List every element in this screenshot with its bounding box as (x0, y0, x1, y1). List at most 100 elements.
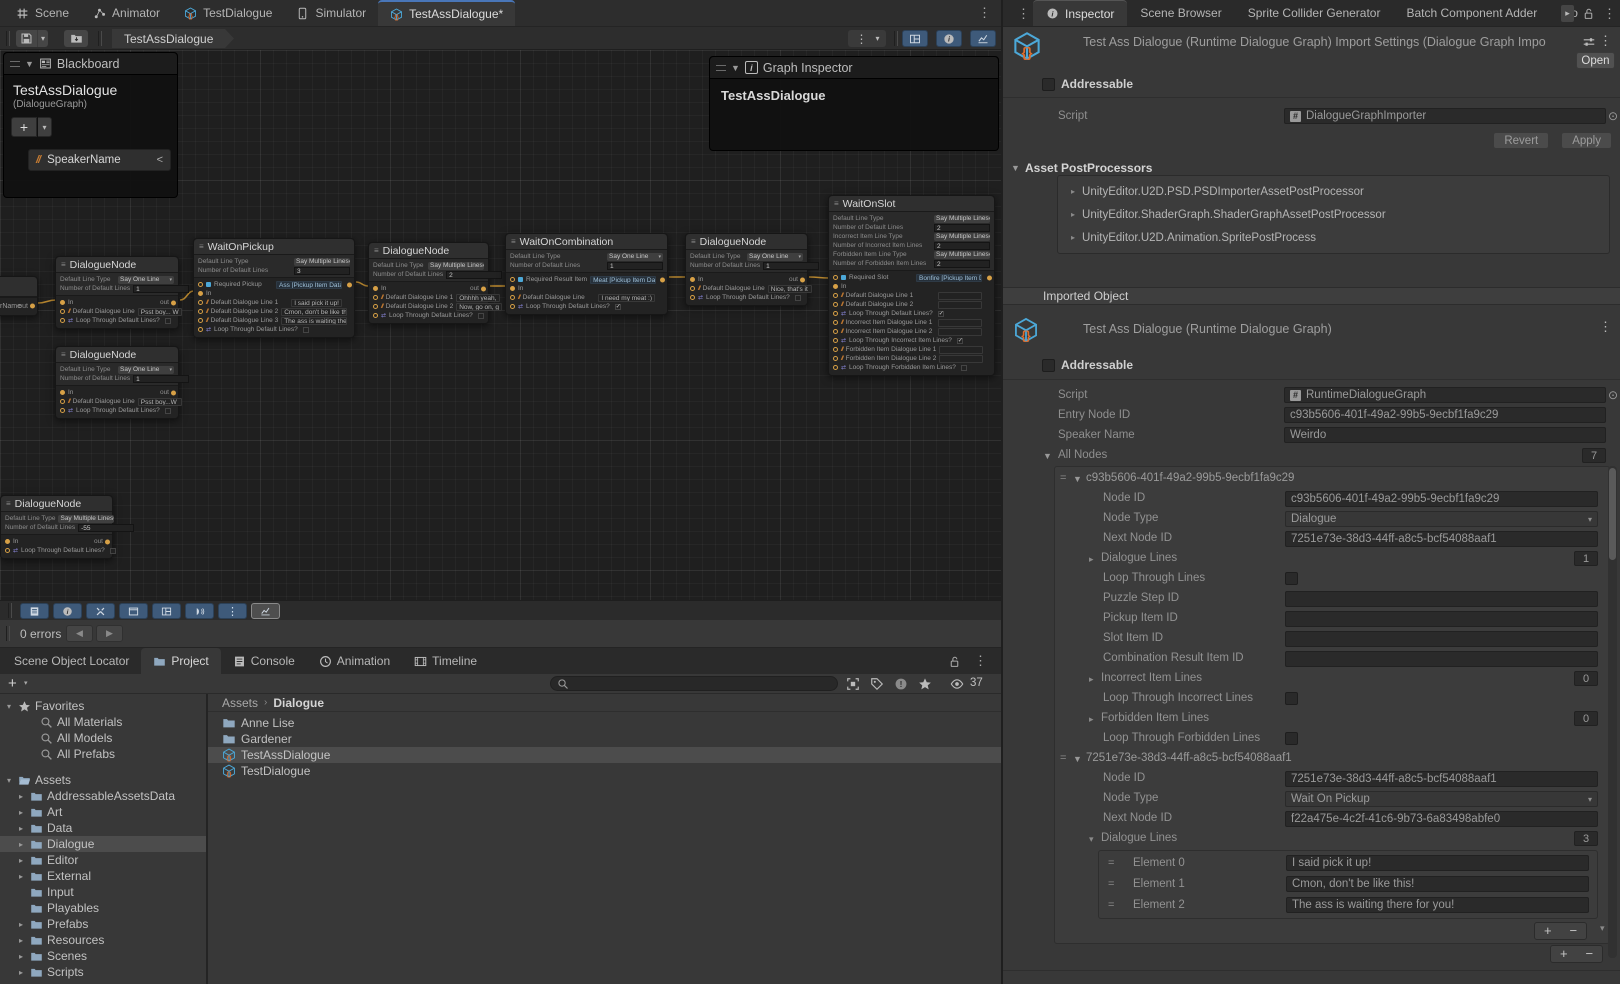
favorite-search-icon[interactable] (918, 677, 932, 691)
inspector-tab-scene-browser[interactable]: Scene Browser (1127, 0, 1234, 26)
checkbox[interactable]: ✓ (957, 338, 963, 344)
tree-item-resources[interactable]: ▸Resources (0, 932, 206, 948)
node-title-bar[interactable]: ≡DialogueNode (686, 234, 807, 250)
graph-view-button-more-icon[interactable]: ⋮ (218, 603, 247, 619)
data-port[interactable] (60, 399, 65, 404)
graph-view-button-chart-icon[interactable] (251, 603, 280, 619)
data-port[interactable] (5, 548, 10, 553)
value-field[interactable]: 7251e73e-38d3-44ff-a8c5-bcf54088aaf1 (1285, 531, 1598, 547)
panel-drag-handle-icon[interactable] (10, 61, 20, 67)
collapse-arrow-icon[interactable]: ▼ (25, 59, 34, 69)
out-port[interactable] (171, 390, 176, 395)
graph-node-waitonpickup[interactable]: ≡WaitOnPickupDefault Line TypeSay Multip… (193, 238, 355, 338)
out-port[interactable] (171, 300, 176, 305)
flow-port[interactable] (833, 284, 838, 289)
bottom-tab-console[interactable]: Console (221, 648, 307, 674)
value-field[interactable] (1285, 631, 1598, 647)
checkbox[interactable] (303, 327, 309, 333)
collapse-arrow-icon[interactable]: < (157, 154, 163, 166)
visibility-eye-icon[interactable] (950, 677, 964, 691)
data-port[interactable] (833, 338, 838, 343)
value-field[interactable]: c93b5606-401f-49a2-99b5-9ecbf1fa9c29 (1285, 491, 1598, 507)
line-text-field[interactable]: Psst boy... W (138, 308, 182, 316)
data-port[interactable] (833, 320, 838, 325)
toolbar-grip[interactable] (894, 31, 898, 46)
panel-menu-icon[interactable]: ⋮ (1603, 6, 1616, 22)
node-title-bar[interactable]: ≡WaitOnPickup (194, 239, 354, 255)
foldout-arrow[interactable]: ▸ (1071, 233, 1075, 242)
graph-view-button-play-icon[interactable] (185, 603, 214, 619)
graph-node-startnode[interactable]: ≡StartNodespeakerNameout (0, 276, 38, 316)
tree-item-prefabs[interactable]: ▸Prefabs (0, 916, 206, 932)
inspector-tab-inspector[interactable]: iInspector (1033, 0, 1127, 26)
out-port[interactable] (105, 539, 110, 544)
data-port[interactable] (690, 286, 695, 291)
data-port[interactable] (373, 313, 378, 318)
field-input[interactable]: -55 (78, 524, 134, 532)
node-title-bar[interactable]: ≡DialogueNode (56, 257, 178, 273)
expand-arrow-icon[interactable]: ▸ (16, 968, 26, 977)
checkbox[interactable] (1285, 572, 1298, 585)
tree-item-playables[interactable]: Playables (0, 900, 206, 916)
speaker-name-field[interactable]: Weirdo (1284, 427, 1606, 443)
field-dropdown[interactable]: Say Multiple Lines▾ (58, 515, 114, 523)
data-port[interactable] (60, 309, 65, 314)
context-menu-icon[interactable]: ⋮ (1599, 33, 1612, 49)
tree-item-scenes[interactable]: ▸Scenes (0, 948, 206, 964)
object-picker-icon[interactable]: ⊙ (1608, 109, 1618, 123)
addressable-checkbox[interactable] (1042, 78, 1055, 91)
line-text-field[interactable] (938, 319, 982, 327)
graph-node-dialoguenode[interactable]: ≡DialogueNodeDefault Line TypeSay Multip… (0, 495, 113, 559)
foldout-arrow[interactable]: ▸ (1089, 674, 1094, 685)
file-item-testdialogue[interactable]: {}TestDialogue (208, 763, 1001, 779)
editor-tab-animator[interactable]: Animator (81, 0, 172, 26)
chevron-down-icon[interactable]: ▾ (37, 30, 48, 47)
line-text-field[interactable] (938, 328, 982, 336)
bottom-tab-animation[interactable]: Animation (307, 648, 402, 674)
data-port[interactable] (833, 329, 838, 334)
field-input[interactable]: 2 (934, 224, 990, 232)
graph-inspector-header[interactable]: ▼ i Graph Inspector (710, 57, 998, 79)
remove-element-button[interactable]: − (1585, 947, 1593, 961)
inspector-scrollbar[interactable]: ▾ (1608, 466, 1617, 958)
graph-node-waitonslot[interactable]: ≡WaitOnSlotDefault Line TypeSay Multiple… (828, 195, 995, 376)
element-value-field[interactable]: The ass is waiting there for you! (1286, 897, 1589, 913)
tree-item-input[interactable]: Input (0, 884, 206, 900)
expand-arrow-icon[interactable]: ▸ (16, 920, 26, 929)
apply-button[interactable]: Apply (1561, 132, 1612, 149)
presets-icon[interactable] (1582, 35, 1596, 49)
out-port[interactable] (660, 277, 665, 282)
checkbox[interactable] (795, 295, 801, 301)
node-entry-header[interactable]: =▼7251e73e-38d3-44ff-a8c5-bcf54088aaf1 (1055, 749, 1609, 769)
reorder-handle-icon[interactable]: = (1060, 752, 1066, 764)
tab-overflow-icon[interactable]: ⋮ (978, 5, 991, 21)
panel-drag-handle-icon[interactable] (716, 65, 726, 71)
reorder-handle-icon[interactable]: = (1108, 899, 1114, 911)
breadcrumb-current[interactable]: Dialogue (273, 696, 324, 710)
tree-item-data[interactable]: ▸Data (0, 820, 206, 836)
tree-item-art[interactable]: ▸Art (0, 804, 206, 820)
inspector-tab-batch-component-adder[interactable]: Batch Component Adder (1393, 0, 1550, 26)
graph-node-dialoguenode[interactable]: ≡DialogueNodeDefault Line TypeSay One Li… (55, 256, 179, 329)
graph-node-waitoncombination[interactable]: ≡WaitOnCombinationDefault Line TypeSay O… (505, 233, 668, 315)
expand-arrow-icon[interactable]: ▸ (16, 856, 26, 865)
field-dropdown[interactable]: Say Multiple Lines▾ (294, 258, 350, 266)
element-value-field[interactable]: Cmon, don't be like this! (1286, 876, 1589, 892)
remove-element-button[interactable]: − (1569, 924, 1577, 938)
tree-item-addressableassetsdata[interactable]: ▸AddressableAssetsData (0, 788, 206, 804)
create-asset-dropdown[interactable]: ▾ (24, 679, 28, 687)
field-input[interactable]: 1 (607, 262, 663, 270)
scrollbar-thumb[interactable] (1609, 468, 1616, 560)
line-text-field[interactable] (938, 292, 982, 300)
foldout-arrow[interactable]: ▾ (1089, 834, 1094, 845)
node-title-bar[interactable]: ≡DialogueNode (1, 496, 112, 512)
line-text-field[interactable]: Cmon, don't be like this! (281, 308, 347, 316)
value-field[interactable]: 7251e73e-38d3-44ff-a8c5-bcf54088aaf1 (1285, 771, 1598, 787)
tab-overflow-icon[interactable]: ⋮ (1017, 6, 1030, 22)
file-item-anne-lise[interactable]: Anne Lise (208, 715, 1001, 731)
data-port[interactable] (833, 275, 838, 280)
data-port[interactable] (198, 309, 203, 314)
expand-arrow-icon[interactable]: ▸ (16, 792, 26, 801)
dropdown-field[interactable]: Dialogue▾ (1285, 511, 1598, 527)
object-field[interactable]: Meat [Pickup Item Dat (590, 276, 656, 284)
